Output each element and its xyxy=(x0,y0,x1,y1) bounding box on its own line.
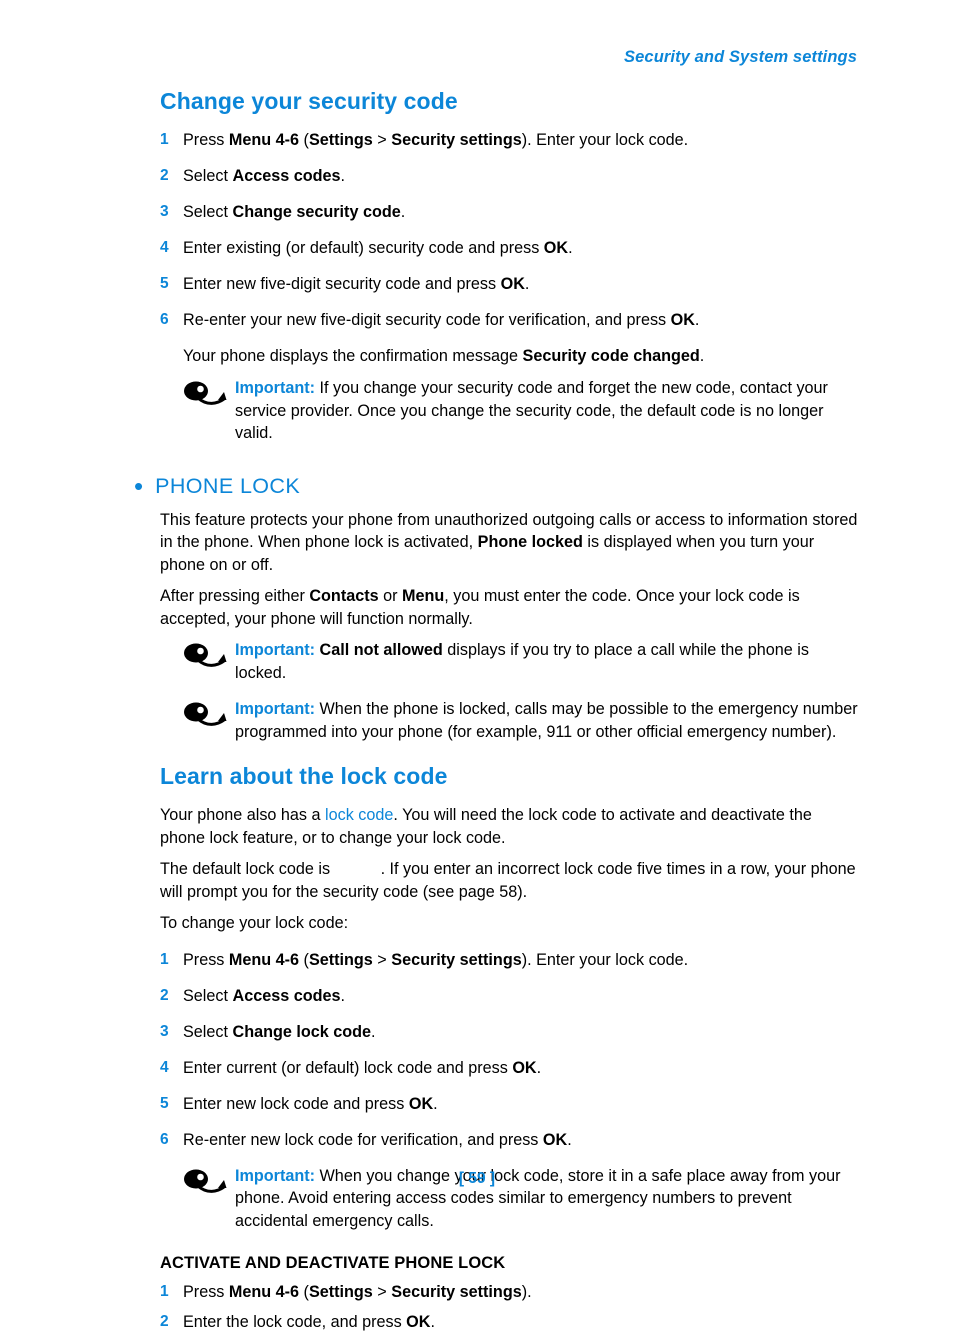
section-title-change-security-code: Change your security code xyxy=(160,88,458,114)
step-text: Select Access codes. xyxy=(183,167,345,185)
note-label: Important: xyxy=(235,379,316,397)
list-item: 4 Enter existing (or default) security co… xyxy=(160,237,860,259)
step-number: 3 xyxy=(160,1022,169,1040)
list-item: 6 Re-enter your new five-digit security c… xyxy=(160,309,860,331)
section-title-learn-lock-code: Learn about the lock code xyxy=(160,763,448,789)
important-note: Important: Call not allowed displays if … xyxy=(183,639,860,684)
step-number: 1 xyxy=(160,1283,169,1300)
list-item: 3 Select Change security code. xyxy=(160,201,860,223)
paragraph: To change your lock code: xyxy=(160,914,349,932)
step-text: Press Menu 4-6 (Settings > Security sett… xyxy=(183,131,689,149)
list-item: 1 Press Menu 4-6 (Settings > Security set… xyxy=(160,129,860,151)
page-number: [ 59 ] xyxy=(458,1170,496,1187)
list-item: 2 Select Access codes. xyxy=(160,985,860,1007)
note-label: Important: xyxy=(235,641,316,659)
list-item: 6 Re-enter new lock code for verification… xyxy=(160,1129,860,1151)
step-number: 2 xyxy=(160,167,169,184)
step-number: 2 xyxy=(160,986,169,1004)
bullet-icon: • xyxy=(134,470,144,501)
list-item: 4 Enter current (or default) lock code an… xyxy=(160,1057,860,1079)
note-body: Call not allowed displays if you try to … xyxy=(235,641,809,682)
list-item: 1 Press Menu 4-6 (Settings > Security set… xyxy=(160,949,860,971)
page-content: Change your security code 1 Press Menu 4-… xyxy=(134,88,860,1341)
step-text: Select Access codes. xyxy=(183,986,345,1005)
step-text: Press Menu 4-6 (Settings > Security sett… xyxy=(183,950,689,969)
note-text: Important: If you change your security c… xyxy=(235,377,860,445)
list-item: 2 Select Access codes. xyxy=(160,165,860,187)
note-text: Important: Call not allowed displays if … xyxy=(235,639,860,684)
step-text: Re-enter new lock code for verification,… xyxy=(183,1130,572,1149)
step-number: 5 xyxy=(160,275,169,292)
step-number: 2 xyxy=(160,1313,169,1330)
note-text: Important: When the phone is locked, cal… xyxy=(235,698,860,743)
list-item: 3 Select Change lock code. xyxy=(160,1021,860,1043)
step-text: Re-enter your new five-digit security co… xyxy=(183,311,700,329)
step-number: 3 xyxy=(160,203,169,220)
step-text: Select Change security code. xyxy=(183,203,406,221)
list-item: 5 Enter new five-digit security code and … xyxy=(160,273,860,295)
step-number: 1 xyxy=(160,950,169,968)
step-text: Enter existing (or default) security cod… xyxy=(183,239,573,257)
step-text: Enter new lock code and press OK. xyxy=(183,1094,438,1113)
list-item: 5 Enter new lock code and press OK. xyxy=(160,1093,860,1115)
note-pointer-icon xyxy=(183,700,227,730)
document-page: Security and System settings Change your… xyxy=(0,0,954,1331)
step-number: 4 xyxy=(160,1058,169,1076)
note-body: When the phone is locked, calls may be p… xyxy=(235,700,858,741)
running-header: Security and System settings xyxy=(624,48,857,66)
paragraph: After pressing either Contacts or Menu, … xyxy=(160,587,800,628)
step-text: Select Change lock code. xyxy=(183,1022,376,1041)
important-note: Important: When the phone is locked, cal… xyxy=(183,698,860,743)
step-text: Enter current (or default) lock code and… xyxy=(183,1058,542,1077)
important-note: Important: If you change your security c… xyxy=(183,377,860,445)
step-text: Enter new five-digit security code and p… xyxy=(183,275,530,293)
subsection-title-activate-deactivate: ACTIVATE AND DEACTIVATE PHONE LOCK xyxy=(160,1254,506,1272)
list-item: 1 Press Menu 4-6 (Settings > Security set… xyxy=(160,1281,860,1303)
paragraph: Your phone also has a lock code. You wil… xyxy=(160,806,812,847)
step-number: 6 xyxy=(160,311,169,328)
list-item: 2 Enter the lock code, and press OK. xyxy=(160,1311,860,1333)
paragraph: This feature protects your phone from un… xyxy=(160,510,858,574)
page-footer: [ 59 ] xyxy=(0,1170,954,1188)
note-body: If you change your security code and for… xyxy=(235,379,828,442)
step-number: 4 xyxy=(160,239,169,256)
step-number: 1 xyxy=(160,131,169,148)
steps-activate-deactivate: 1 Press Menu 4-6 (Settings > Security set… xyxy=(160,1281,860,1333)
step-text: Press Menu 4-6 (Settings > Security sett… xyxy=(183,1283,532,1301)
step-number: 6 xyxy=(160,1130,169,1148)
paragraph: The default lock code is . If you enter … xyxy=(160,860,856,901)
steps-change-lock-code: 1 Press Menu 4-6 (Settings > Security set… xyxy=(160,949,860,1151)
confirmation-note: Your phone displays the confirmation mes… xyxy=(183,347,705,365)
note-pointer-icon xyxy=(183,641,227,671)
note-pointer-icon xyxy=(183,379,227,409)
step-number: 5 xyxy=(160,1094,169,1112)
step-text: Enter the lock code, and press OK. xyxy=(183,1313,435,1331)
page-title-phone-lock: PHONE LOCK xyxy=(155,473,301,498)
note-label: Important: xyxy=(235,700,316,718)
section-heading-phone-lock: • PHONE LOCK xyxy=(134,471,860,499)
steps-change-security-code: 1 Press Menu 4-6 (Settings > Security set… xyxy=(160,129,860,331)
